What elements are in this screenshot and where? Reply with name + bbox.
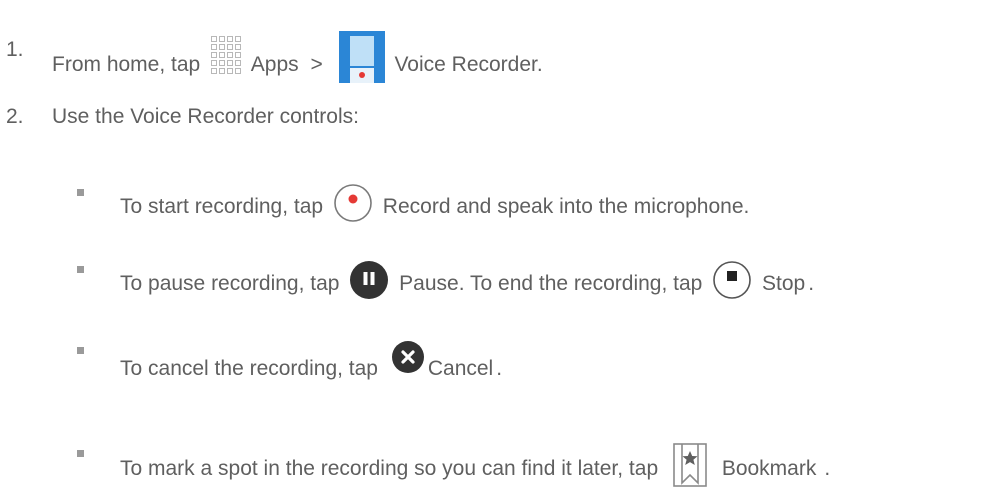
pause-icon (349, 260, 389, 300)
bullet-cancel: To cancel the recording, tap Cancel. (0, 327, 996, 379)
bullet-bookmark: To mark a spot in the recording so you c… (0, 424, 996, 487)
stop-icon (712, 260, 752, 300)
step-1: 1. From home, tap Apps > Voice Recorder. (0, 8, 996, 83)
bullet-pause-stop: To pause recording, tap Pause. To end th… (0, 247, 996, 299)
recorder-label: Voice (394, 53, 446, 76)
bullet-text: To start recording, tap Record and speak… (120, 183, 749, 223)
bullet-marker (77, 189, 84, 196)
bullet-marker (77, 347, 84, 354)
instruction-document: 1. From home, tap Apps > Voice Recorder.… (0, 0, 996, 487)
apps-grid-icon (210, 35, 242, 75)
pause-text-before: To pause recording, tap (120, 272, 340, 295)
stop-label: Stop (762, 272, 806, 295)
record-text-before: To start recording, tap (120, 195, 324, 218)
bullet-marker (77, 266, 84, 273)
bullet-marker (77, 450, 84, 457)
bullet-record: To start recording, tap Record and speak… (0, 170, 996, 222)
stop-period: . (808, 272, 815, 295)
separator: > (310, 53, 323, 76)
apps-label: Apps (250, 53, 299, 76)
step-number: 1. (6, 38, 24, 61)
step-1-text: From home, tap (52, 53, 201, 76)
bookmark-period: . (824, 457, 831, 480)
bookmark-label: Bookmark (721, 457, 817, 480)
voice-recorder-app-icon (338, 31, 385, 83)
bullet-text: To mark a spot in the recording so you c… (120, 443, 830, 487)
bookmark-icon (670, 443, 710, 487)
cancel-period: . (496, 357, 503, 380)
bullet-text: To cancel the recording, tap Cancel. (120, 341, 502, 381)
step-text: From home, tap Apps > Voice Recorder. (52, 31, 543, 83)
step-2: 2. Use the Voice Recorder controls: (0, 106, 996, 136)
recorder-label-2: Recorder. (451, 53, 543, 76)
cancel-label: Cancel (427, 357, 494, 380)
pause-middle-text: Pause. To end the recording, tap (399, 272, 703, 295)
bookmark-text-before: To mark a spot in the recording so you c… (120, 457, 659, 480)
record-label: Record and speak into the microphone. (382, 195, 750, 218)
step-2-text: Use the Voice Recorder controls: (52, 105, 359, 128)
bullet-text: To pause recording, tap Pause. To end th… (120, 260, 814, 300)
cancel-icon (388, 341, 428, 381)
step-number: 2. (6, 105, 24, 128)
record-icon (333, 183, 373, 223)
cancel-text-before: To cancel the recording, tap (120, 357, 378, 380)
